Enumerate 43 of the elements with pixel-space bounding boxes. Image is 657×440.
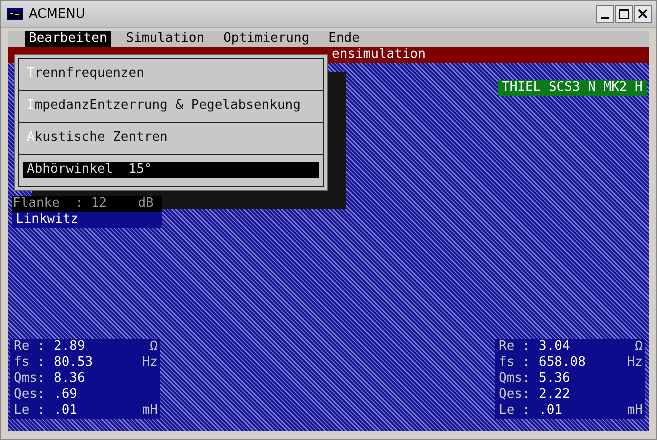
parameter-value: 5.36 (539, 371, 572, 387)
parameter-label: Qes: (14, 387, 46, 403)
parameter-label: Qms: (14, 371, 46, 387)
menu-item[interactable]: Ende (324, 31, 364, 47)
parameter-label: Qms: (499, 371, 532, 387)
parameter-value: 3.04 (539, 339, 572, 355)
parameter-label: fs : (499, 355, 532, 371)
parameter-value: 8.36 (54, 371, 86, 387)
parameter-value: .01 (539, 403, 564, 419)
parameter-value: 80.53 (54, 355, 94, 371)
parameter-label: fs : (14, 355, 46, 371)
parameter-unit: mH (627, 403, 644, 419)
menu-option[interactable]: Abhörwinkel 15° (23, 162, 319, 178)
speaker-name: THIEL SCS3 N MK2 H (498, 80, 647, 96)
parameter-value: .69 (54, 387, 78, 403)
maximize-icon (619, 9, 629, 19)
parameter-value: 658.08 (539, 355, 587, 371)
parameter-label: Qes: (499, 387, 532, 403)
parameter-label: Le : (14, 403, 46, 419)
parameter-label: Re : (14, 339, 46, 355)
minimize-button[interactable] (596, 5, 614, 23)
parameter-unit: Hz (627, 355, 644, 371)
menu-item[interactable]: Bearbeiten (25, 31, 112, 47)
filter-type: Linkwitz (12, 212, 162, 228)
parameter-value: 2.22 (539, 387, 572, 403)
parameter-label: Le : (499, 403, 532, 419)
menu-item[interactable]: Optimierung (220, 31, 314, 47)
close-button[interactable] (634, 5, 652, 23)
parameter-unit: mH (142, 403, 159, 419)
parameter-unit: Hz (142, 355, 159, 371)
parameter-unit: Ω (635, 339, 644, 355)
header-text: ensimulation (332, 47, 426, 63)
parameter-unit: Ω (150, 339, 159, 355)
parameter-value: .01 (54, 403, 78, 419)
minimize-icon (601, 16, 609, 18)
parameter-value: 2.89 (54, 339, 86, 355)
close-icon (638, 9, 648, 19)
menu-item[interactable]: Simulation (122, 31, 209, 47)
maximize-button[interactable] (615, 5, 633, 23)
console-icon (7, 8, 23, 20)
window-title: ACMENU (29, 6, 86, 22)
slope-setting: Flanke : 12 dB (12, 196, 162, 212)
parameter-label: Re : (499, 339, 532, 355)
